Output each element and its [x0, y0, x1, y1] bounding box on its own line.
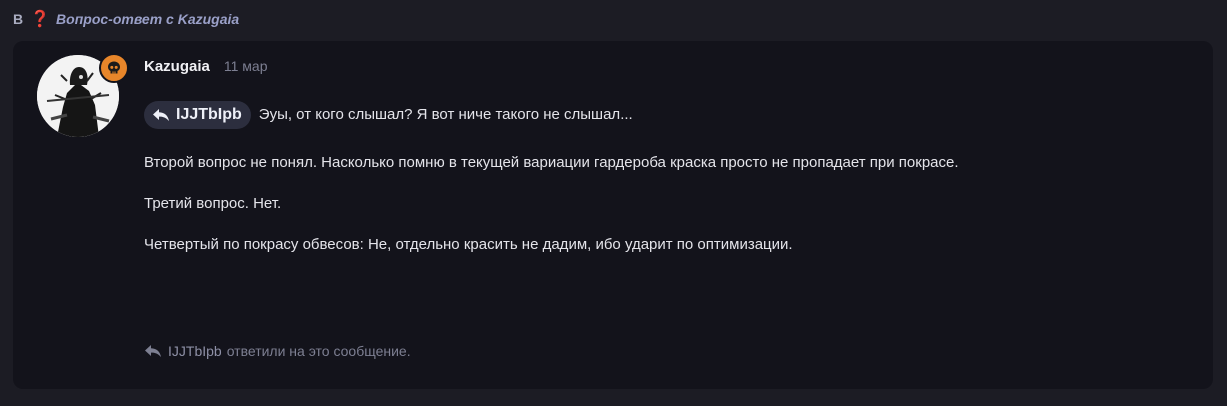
- skull-icon: [99, 53, 129, 83]
- reply-arrow-icon: [153, 109, 169, 121]
- avatar-container[interactable]: [37, 53, 129, 137]
- replies-footer: IJJTbIpb ответили на это сообщение.: [144, 343, 411, 359]
- reply-arrow-icon: [145, 345, 161, 357]
- breadcrumb-prefix: В: [13, 11, 24, 27]
- question-mark-icon: ❓: [30, 11, 51, 28]
- paragraph: Третий вопрос. Нет.: [144, 195, 282, 212]
- reply-mention-name: IJJTbIpb: [176, 106, 242, 123]
- post-card: Kazugaia 11 мар IJJTbIpb Эуы, от кого сл…: [13, 41, 1213, 389]
- reply-text: Эуы, от кого слышал? Я вот ниче такого н…: [258, 106, 633, 123]
- breadcrumb: В ❓ Вопрос-ответ с Kazugaia: [13, 8, 239, 30]
- post-date[interactable]: 11 мар: [224, 58, 268, 74]
- reply-line: IJJTbIpb Эуы, от кого слышал? Я вот ниче…: [144, 100, 1184, 130]
- reply-mention-chip[interactable]: IJJTbIpb: [144, 101, 251, 129]
- page: В ❓ Вопрос-ответ с Kazugaia Kazugaia 11 …: [0, 0, 1227, 406]
- replier-link[interactable]: IJJTbIpb: [168, 343, 222, 359]
- post-body: IJJTbIpb Эуы, от кого слышал? Я вот ниче…: [144, 100, 1184, 254]
- replies-footer-text: ответили на это сообщение.: [226, 343, 411, 359]
- author-name[interactable]: Kazugaia: [144, 58, 210, 75]
- post-header: Kazugaia 11 мар: [144, 58, 267, 75]
- paragraph: Второй вопрос не понял. Насколько помню …: [144, 154, 959, 171]
- paragraph: Четвертый по покрасу обвесов: Не, отдель…: [144, 236, 793, 253]
- topic-link[interactable]: Вопрос-ответ с Kazugaia: [56, 11, 239, 27]
